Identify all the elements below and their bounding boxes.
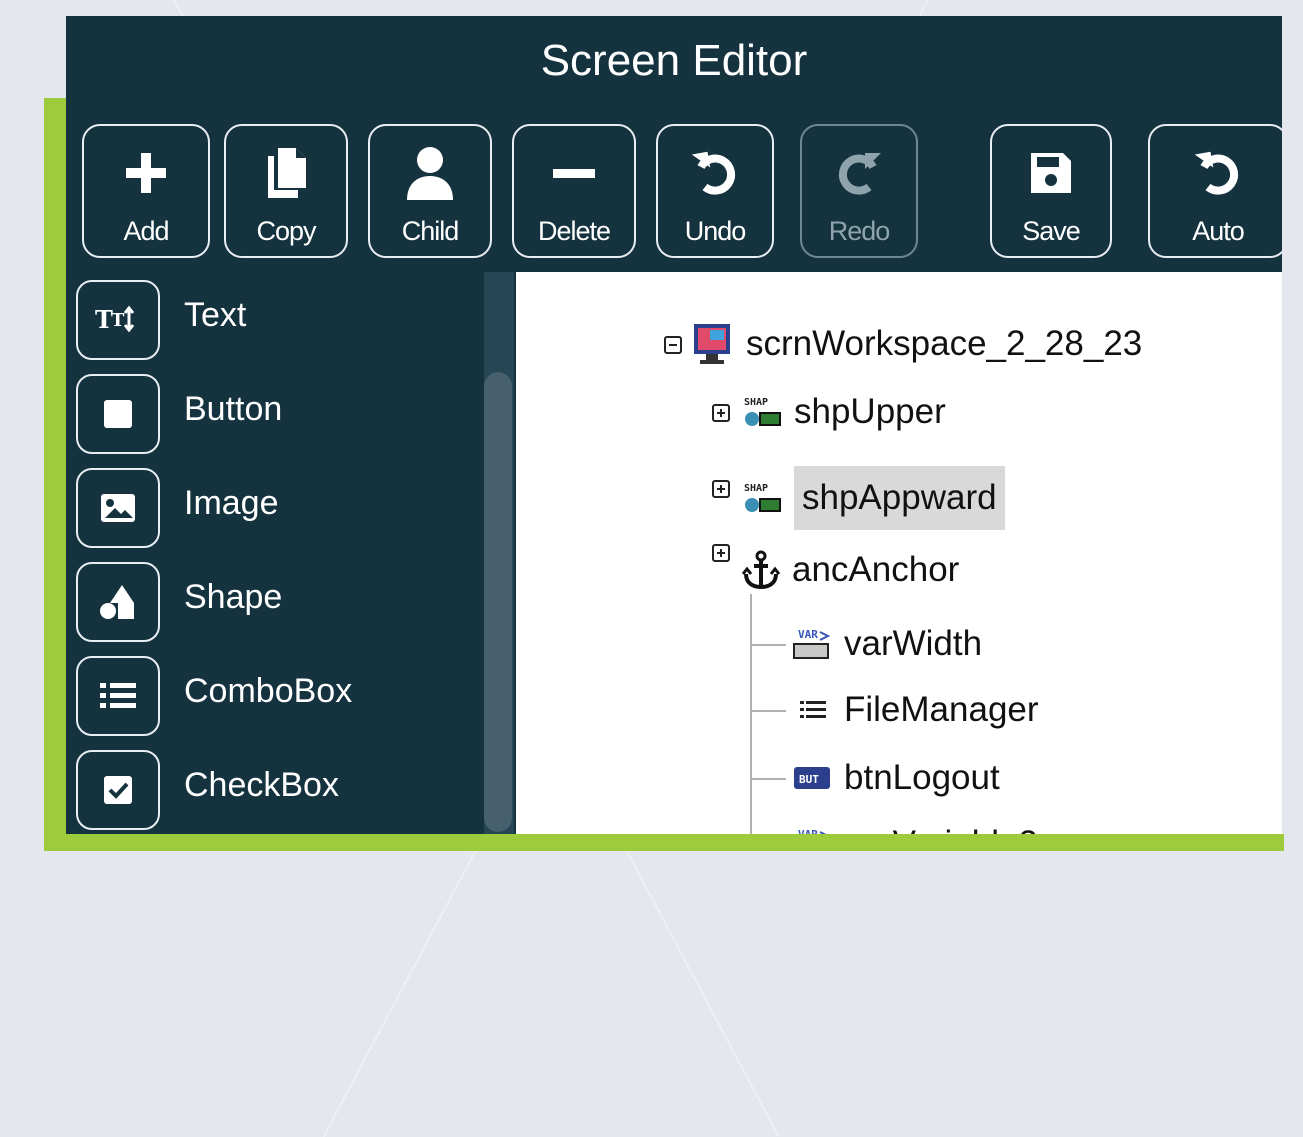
palette-scrollbar-thumb[interactable]	[484, 372, 512, 832]
palette-item-combobox[interactable]: ComboBox	[76, 654, 476, 742]
shapes-icon	[76, 562, 160, 642]
anchor-icon	[742, 550, 780, 590]
collapse-toggle[interactable]	[664, 336, 682, 354]
undo-icon	[1194, 134, 1242, 212]
button-badge-icon: BUT	[794, 767, 830, 789]
redo-icon	[835, 134, 883, 212]
list-icon	[76, 656, 160, 736]
tree-item[interactable]: VAR varVariable2	[792, 814, 1038, 834]
copy-label: Copy	[256, 216, 316, 246]
toolbar: Add Copy Child Delete Undo Redo Save Aut…	[66, 118, 1282, 266]
list-icon	[800, 701, 826, 718]
auto-button[interactable]: Auto	[1148, 124, 1282, 258]
tree-item-label: scrnWorkspace_2_28_23	[746, 324, 1143, 363]
component-tree: scrnWorkspace_2_28_23 SHAP shpUpper SHAP…	[516, 272, 1282, 834]
svg-text:SHAP: SHAP	[744, 397, 768, 408]
add-button[interactable]: Add	[82, 124, 210, 258]
auto-label: Auto	[1192, 216, 1245, 246]
shape-badge-icon: SHAP	[744, 483, 781, 512]
palette-item-button[interactable]: Button	[76, 372, 476, 460]
expand-toggle[interactable]	[712, 404, 730, 422]
svg-text:SHAP: SHAP	[744, 483, 768, 494]
undo-label: Undo	[684, 216, 747, 246]
delete-label: Delete	[537, 216, 611, 246]
palette-item-checkbox[interactable]: CheckBox	[76, 748, 476, 834]
save-button[interactable]: Save	[990, 124, 1112, 258]
tree-item-root[interactable]: scrnWorkspace_2_28_23	[692, 314, 1142, 374]
tree-connector	[750, 778, 786, 780]
palette-item-label: CheckBox	[184, 766, 339, 804]
variable-icon: VAR	[798, 828, 827, 834]
undo-button[interactable]: Undo	[656, 124, 774, 258]
plus-icon	[124, 134, 168, 212]
tree-connector	[750, 594, 752, 834]
palette-item-text[interactable]: TT Text	[76, 278, 476, 366]
tree-item[interactable]: ancAnchor	[742, 540, 959, 600]
tree-item-label: varWidth	[844, 624, 983, 663]
svg-text:T: T	[111, 310, 125, 331]
copy-icon	[264, 134, 308, 212]
expand-toggle[interactable]	[712, 480, 730, 498]
text-size-icon: TT	[76, 280, 160, 360]
palette-item-image[interactable]: Image	[76, 466, 476, 554]
accent-bar-left	[44, 98, 66, 851]
tree-item-label: varVariable2	[844, 824, 1038, 834]
undo-icon	[691, 134, 739, 212]
tree-item[interactable]: SHAP shpUpper	[742, 382, 946, 442]
tree-item[interactable]: VAR varWidth	[792, 614, 982, 674]
add-label: Add	[123, 216, 169, 246]
floppy-icon	[1029, 134, 1073, 212]
palette-item-label: Shape	[184, 578, 283, 616]
redo-label: Redo	[828, 216, 891, 246]
palette-item-shape[interactable]: Shape	[76, 560, 476, 648]
square-icon	[76, 374, 160, 454]
tree-item-label: btnLogout	[844, 758, 1000, 797]
tree-item[interactable]: BUT btnLogout	[792, 748, 1000, 808]
expand-toggle[interactable]	[712, 544, 730, 562]
user-icon	[405, 134, 455, 212]
palette-item-label: Button	[184, 390, 283, 428]
child-button[interactable]: Child	[368, 124, 492, 258]
tree-item-selected[interactable]: SHAP shpAppward	[742, 466, 1005, 530]
tree-item[interactable]: FileManager	[792, 680, 1039, 740]
checkbox-icon	[76, 750, 160, 830]
save-label: Save	[1022, 216, 1081, 246]
tree-connector	[750, 644, 786, 646]
window-title: Screen Editor	[540, 36, 808, 85]
screen-icon	[694, 324, 730, 364]
tree-connector	[750, 710, 786, 712]
copy-button[interactable]: Copy	[224, 124, 348, 258]
svg-text:BUT: BUT	[799, 773, 819, 786]
tree-item-label: shpAppward	[794, 466, 1005, 530]
tree-item-label: shpUpper	[794, 392, 946, 431]
child-label: Child	[401, 216, 460, 246]
shape-badge-icon: SHAP	[744, 397, 781, 426]
redo-button[interactable]: Redo	[800, 124, 918, 258]
tree-item-label: FileManager	[844, 690, 1039, 729]
variable-icon: VAR	[793, 628, 831, 659]
image-icon	[76, 468, 160, 548]
palette-item-label: Image	[184, 484, 279, 522]
minus-icon	[551, 134, 597, 212]
svg-text:VAR: VAR	[798, 828, 818, 834]
tree-item-label: ancAnchor	[792, 550, 960, 589]
palette-item-label: ComboBox	[184, 672, 353, 710]
screen-editor-panel: Screen Editor Add Copy Child Delete Undo…	[66, 16, 1282, 834]
svg-text:VAR: VAR	[798, 628, 818, 641]
component-palette: TT Text Button Image Shape ComboBox Chec…	[66, 272, 506, 834]
accent-bar-bottom	[44, 834, 1284, 851]
delete-button[interactable]: Delete	[512, 124, 636, 258]
palette-item-label: Text	[184, 296, 247, 334]
